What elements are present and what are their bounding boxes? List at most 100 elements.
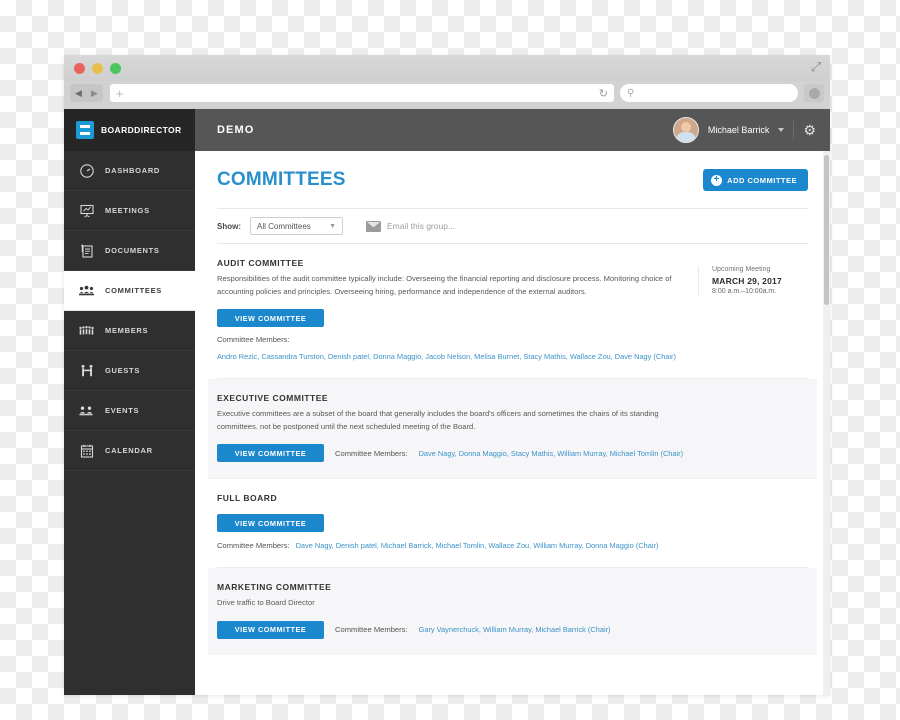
browser-window: ⤢ ◀ ▶ + ↻ ⚲ BOARDDIRECTOR DASHBOARD MEET… [64, 55, 830, 695]
committee-filter-select[interactable]: All Committees ▼ [250, 217, 343, 235]
show-label: Show: [217, 221, 241, 231]
app-topbar: DEMO Michael Barrick ⚙ [195, 109, 830, 151]
add-committee-label: ADD COMMITTEE [727, 175, 797, 185]
committee-members-label: Committee Members: [217, 541, 290, 551]
user-name: Michael Barrick [707, 125, 770, 135]
sidebar-item-label: MEETINGS [105, 206, 150, 215]
view-committee-button[interactable]: VIEW COMMITTEE [217, 620, 324, 639]
committee-members: Committee Members: Andro Rezic, Cassandr… [217, 335, 808, 362]
sidebar-item-label: COMMITTEES [105, 286, 162, 295]
upcoming-meeting-label: Upcoming Meeting [712, 266, 771, 273]
sidebar-item-label: MEMBERS [105, 326, 149, 335]
committees-icon [77, 281, 96, 300]
sidebar-item-label: DASHBOARD [105, 166, 161, 175]
document-icon [77, 241, 96, 260]
committees-page: COMMITTEES + ADD COMMITTEE Show: All Com… [195, 151, 830, 655]
committee-name: FULL BOARD [217, 493, 278, 504]
committee-card: FULL BOARD VIEW COMMITTEE Committee Memb… [217, 479, 808, 569]
sidebar-item-guests[interactable]: GUESTS [64, 351, 195, 391]
committee-card: EXECUTIVE COMMITTEE Executive committees… [208, 379, 817, 480]
add-committee-button[interactable]: + ADD COMMITTEE [703, 169, 808, 191]
committee-description: Responsibilities of the audit committee … [217, 274, 672, 296]
presentation-icon [77, 201, 96, 220]
dashboard-icon [77, 161, 96, 180]
calendar-icon [77, 441, 96, 460]
sidebar-item-committees[interactable]: COMMITTEES [64, 271, 195, 311]
scrollbar-thumb[interactable] [824, 155, 829, 305]
brand-name: BOARDDIRECTOR [101, 125, 182, 135]
avatar[interactable] [672, 117, 699, 143]
chevron-down-icon: ▼ [329, 222, 336, 230]
committee-card: AUDIT COMMITTEE Responsibilities of the … [217, 244, 808, 380]
reload-icon[interactable]: ↻ [599, 87, 608, 100]
back-icon[interactable]: ◀ [75, 88, 82, 98]
page-title: COMMITTEES [217, 169, 346, 190]
committee-members-list[interactable]: Andro Rezic, Cassandra Turston, Denish p… [217, 351, 808, 362]
search-input[interactable]: ⚲ [620, 84, 798, 102]
toolbar-extra-button[interactable] [804, 84, 824, 102]
email-group-placeholder: Email this group... [387, 221, 456, 231]
upcoming-meeting: Upcoming Meeting MARCH 29, 2017 8:00 a.m… [698, 266, 808, 295]
plus-icon: + [711, 174, 723, 186]
zoom-window-button[interactable] [110, 63, 121, 74]
envelope-icon [366, 220, 381, 232]
workspace-name: DEMO [217, 124, 255, 136]
sidebar-item-events[interactable]: EVENTS [64, 391, 195, 431]
sidebar-item-meetings[interactable]: MEETINGS [64, 191, 195, 231]
committee-description: Executive committees are a subset of the… [217, 409, 659, 431]
sidebar-item-dashboard[interactable]: DASHBOARD [64, 151, 195, 191]
new-tab-icon[interactable]: + [116, 87, 124, 100]
sidebar-item-label: DOCUMENTS [105, 246, 160, 255]
browser-toolbar: ◀ ▶ + ↻ ⚲ [64, 81, 830, 109]
search-icon: ⚲ [627, 87, 635, 99]
committee-members-list[interactable]: Gary Vaynerchuck, William Murray, Michae… [419, 624, 611, 635]
committee-actions: VIEW COMMITTEE Committee Members: Dave N… [217, 444, 808, 463]
committee-members-list[interactable]: Dave Nagy, Donna Maggio, Stacy Mathis, W… [419, 448, 684, 459]
gear-icon[interactable]: ⚙ [803, 123, 816, 137]
close-window-button[interactable] [74, 63, 85, 74]
page-header: COMMITTEES + ADD COMMITTEE [217, 169, 808, 191]
committee-filter-value: All Committees [257, 221, 311, 231]
view-committee-button[interactable]: VIEW COMMITTEE [217, 514, 324, 533]
divider [793, 121, 795, 139]
events-icon [77, 401, 96, 420]
email-group-field[interactable]: Email this group... [366, 220, 456, 232]
filter-bar: Show: All Committees ▼ Email this group.… [217, 208, 808, 244]
forward-icon[interactable]: ▶ [91, 88, 98, 98]
chevron-down-icon[interactable] [778, 128, 785, 132]
view-committee-button[interactable]: VIEW COMMITTEE [217, 309, 324, 328]
user-menu[interactable]: Michael Barrick ⚙ [672, 117, 816, 143]
guests-icon [77, 361, 96, 380]
main-content: DEMO Michael Barrick ⚙ COMMITTEES + ADD … [195, 109, 830, 695]
committee-card: MARKETING COMMITTEE Drive traffic to Boa… [208, 568, 817, 655]
upcoming-meeting-time: 8:00 a.m.–10:00a.m. [712, 288, 777, 295]
committee-members: Committee Members: Dave Nagy, Denish pat… [217, 540, 808, 551]
committee-name: EXECUTIVE COMMITTEE [217, 393, 329, 404]
window-controls [74, 63, 121, 74]
sidebar-item-label: CALENDAR [105, 446, 153, 455]
sidebar-item-documents[interactable]: DOCUMENTS [64, 231, 195, 271]
view-committee-button[interactable]: VIEW COMMITTEE [217, 444, 324, 463]
committee-description: Drive traffic to Board Director [217, 598, 315, 608]
members-icon [77, 321, 96, 340]
brand-logo[interactable]: BOARDDIRECTOR [64, 109, 195, 151]
committee-name: MARKETING COMMITTEE [217, 582, 332, 593]
committee-members-label: Committee Members: [217, 335, 290, 345]
scrollbar[interactable] [823, 151, 830, 695]
sidebar-item-label: EVENTS [105, 406, 140, 415]
committee-actions: VIEW COMMITTEE Committee Members: Gary V… [217, 620, 808, 639]
app-body: BOARDDIRECTOR DASHBOARD MEETINGS DOCUMEN… [64, 109, 830, 695]
minimize-window-button[interactable] [92, 63, 103, 74]
sidebar: BOARDDIRECTOR DASHBOARD MEETINGS DOCUMEN… [64, 109, 195, 695]
upcoming-meeting-date: MARCH 29, 2017 [712, 276, 782, 286]
resize-icon[interactable]: ⤢ [809, 60, 823, 74]
nav-buttons: ◀ ▶ [70, 84, 103, 102]
committee-members-list[interactable]: Dave Nagy, Denish patel, Michael Barrick… [296, 540, 659, 551]
sidebar-item-label: GUESTS [105, 366, 141, 375]
committee-members-label: Committee Members: [335, 448, 408, 458]
sidebar-item-calendar[interactable]: CALENDAR [64, 431, 195, 471]
boarddirector-logo-icon [76, 121, 94, 139]
committee-members-label: Committee Members: [335, 625, 408, 635]
address-bar[interactable]: + ↻ [109, 84, 614, 102]
sidebar-item-members[interactable]: MEMBERS [64, 311, 195, 351]
